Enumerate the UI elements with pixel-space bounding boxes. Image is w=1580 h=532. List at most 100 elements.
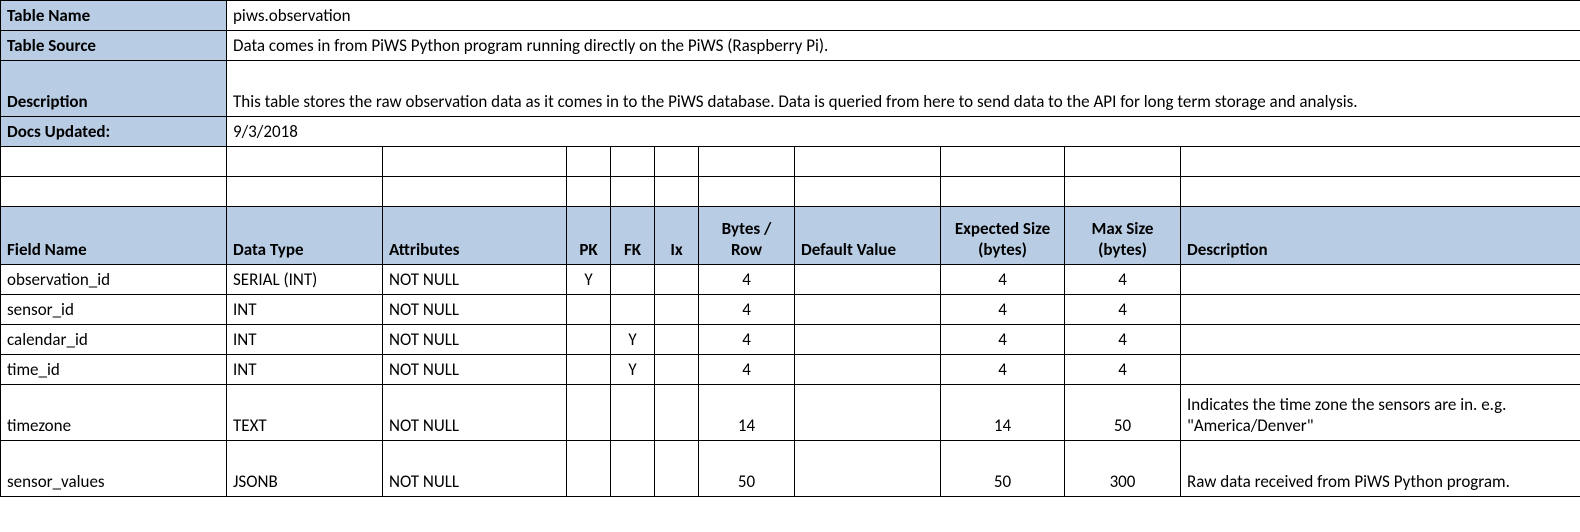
- cell-max-size[interactable]: 4: [1065, 355, 1181, 385]
- cell-attributes[interactable]: NOT NULL: [383, 325, 567, 355]
- cell-data-type[interactable]: INT: [227, 295, 383, 325]
- spreadsheet-sheet: Table Name piws.observation Table Source…: [0, 0, 1580, 497]
- cell-default-value[interactable]: [795, 385, 941, 441]
- cell-attributes[interactable]: NOT NULL: [383, 441, 567, 497]
- col-default-value[interactable]: Default Value: [795, 207, 941, 265]
- meta-row-docs-updated: Docs Updated: 9/3/2018: [1, 117, 1580, 147]
- col-bytes-row[interactable]: Bytes / Row: [699, 207, 795, 265]
- cell-attributes[interactable]: NOT NULL: [383, 295, 567, 325]
- cell-pk[interactable]: [567, 325, 611, 355]
- cell-expected-size[interactable]: 4: [941, 355, 1065, 385]
- cell-bytes-row[interactable]: 4: [699, 325, 795, 355]
- cell-data-type[interactable]: TEXT: [227, 385, 383, 441]
- cell-expected-size[interactable]: 4: [941, 295, 1065, 325]
- cell-fk[interactable]: [611, 295, 655, 325]
- cell-description[interactable]: [1181, 355, 1580, 385]
- cell-field-name[interactable]: sensor_values: [1, 441, 227, 497]
- cell-description[interactable]: Raw data received from PiWS Python progr…: [1181, 441, 1580, 497]
- cell-fk[interactable]: Y: [611, 355, 655, 385]
- table-row: observation_idSERIAL (INT)NOT NULLY444: [1, 265, 1580, 295]
- cell-field-name[interactable]: time_id: [1, 355, 227, 385]
- col-field-name[interactable]: Field Name: [1, 207, 227, 265]
- cell-ix[interactable]: [655, 325, 699, 355]
- cell-max-size[interactable]: 4: [1065, 295, 1181, 325]
- meta-value-table-source[interactable]: Data comes in from PiWS Python program r…: [227, 31, 1580, 61]
- cell-ix[interactable]: [655, 295, 699, 325]
- cell-default-value[interactable]: [795, 265, 941, 295]
- cell-fk[interactable]: Y: [611, 325, 655, 355]
- meta-label: Docs Updated:: [1, 117, 227, 147]
- cell-ix[interactable]: [655, 355, 699, 385]
- column-header-row: Field Name Data Type Attributes PK FK Ix…: [1, 207, 1580, 265]
- cell-default-value[interactable]: [795, 295, 941, 325]
- cell-field-name[interactable]: calendar_id: [1, 325, 227, 355]
- meta-label: Description: [1, 61, 227, 117]
- cell-fk[interactable]: [611, 441, 655, 497]
- cell-bytes-row[interactable]: 50: [699, 441, 795, 497]
- cell-expected-size[interactable]: 50: [941, 441, 1065, 497]
- col-fk[interactable]: FK: [611, 207, 655, 265]
- cell-ix[interactable]: [655, 265, 699, 295]
- cell-field-name[interactable]: timezone: [1, 385, 227, 441]
- cell-max-size[interactable]: 300: [1065, 441, 1181, 497]
- cell-field-name[interactable]: sensor_id: [1, 295, 227, 325]
- meta-value-description[interactable]: This table stores the raw observation da…: [227, 61, 1580, 117]
- cell-attributes[interactable]: NOT NULL: [383, 355, 567, 385]
- cell-expected-size[interactable]: 4: [941, 325, 1065, 355]
- cell-max-size[interactable]: 4: [1065, 265, 1181, 295]
- cell-fk[interactable]: [611, 385, 655, 441]
- cell-expected-size[interactable]: 4: [941, 265, 1065, 295]
- cell-data-type[interactable]: INT: [227, 325, 383, 355]
- cell-field-name[interactable]: observation_id: [1, 265, 227, 295]
- cell-description[interactable]: [1181, 295, 1580, 325]
- meta-row-table-source: Table Source Data comes in from PiWS Pyt…: [1, 31, 1580, 61]
- cell-description[interactable]: [1181, 325, 1580, 355]
- cell-description[interactable]: Indicates the time zone the sensors are …: [1181, 385, 1580, 441]
- cell-bytes-row[interactable]: 4: [699, 295, 795, 325]
- cell-pk[interactable]: [567, 355, 611, 385]
- cell-bytes-row[interactable]: 14: [699, 385, 795, 441]
- cell-expected-size[interactable]: 14: [941, 385, 1065, 441]
- col-pk[interactable]: PK: [567, 207, 611, 265]
- cell-default-value[interactable]: [795, 325, 941, 355]
- table-row: calendar_idINTNOT NULLY444: [1, 325, 1580, 355]
- meta-label: Table Name: [1, 1, 227, 31]
- cell-pk[interactable]: [567, 385, 611, 441]
- meta-label: Table Source: [1, 31, 227, 61]
- col-ix[interactable]: Ix: [655, 207, 699, 265]
- cell-pk[interactable]: [567, 441, 611, 497]
- cell-default-value[interactable]: [795, 355, 941, 385]
- meta-row-description: Description This table stores the raw ob…: [1, 61, 1580, 117]
- cell-attributes[interactable]: NOT NULL: [383, 385, 567, 441]
- cell-pk[interactable]: [567, 295, 611, 325]
- meta-value-table-name[interactable]: piws.observation: [227, 1, 1580, 31]
- cell-ix[interactable]: [655, 385, 699, 441]
- cell-fk[interactable]: [611, 265, 655, 295]
- table-row: sensor_valuesJSONBNOT NULL5050300Raw dat…: [1, 441, 1580, 497]
- cell-max-size[interactable]: 4: [1065, 325, 1181, 355]
- table-row: timezoneTEXTNOT NULL141450Indicates the …: [1, 385, 1580, 441]
- meta-value-docs-updated[interactable]: 9/3/2018: [227, 117, 1580, 147]
- cell-bytes-row[interactable]: 4: [699, 355, 795, 385]
- table-row: time_idINTNOT NULLY444: [1, 355, 1580, 385]
- empty-row: [1, 147, 1580, 177]
- col-data-type[interactable]: Data Type: [227, 207, 383, 265]
- meta-row-table-name: Table Name piws.observation: [1, 1, 1580, 31]
- empty-row: [1, 177, 1580, 207]
- table-row: sensor_idINTNOT NULL444: [1, 295, 1580, 325]
- cell-data-type[interactable]: SERIAL (INT): [227, 265, 383, 295]
- cell-max-size[interactable]: 50: [1065, 385, 1181, 441]
- col-max-size[interactable]: Max Size (bytes): [1065, 207, 1181, 265]
- col-expected-size[interactable]: Expected Size (bytes): [941, 207, 1065, 265]
- cell-description[interactable]: [1181, 265, 1580, 295]
- cell-bytes-row[interactable]: 4: [699, 265, 795, 295]
- cell-data-type[interactable]: JSONB: [227, 441, 383, 497]
- cell-attributes[interactable]: NOT NULL: [383, 265, 567, 295]
- col-attributes[interactable]: Attributes: [383, 207, 567, 265]
- cell-pk[interactable]: Y: [567, 265, 611, 295]
- cell-default-value[interactable]: [795, 441, 941, 497]
- cell-ix[interactable]: [655, 441, 699, 497]
- cell-data-type[interactable]: INT: [227, 355, 383, 385]
- col-description[interactable]: Description: [1181, 207, 1580, 265]
- doc-table: Table Name piws.observation Table Source…: [0, 0, 1580, 497]
